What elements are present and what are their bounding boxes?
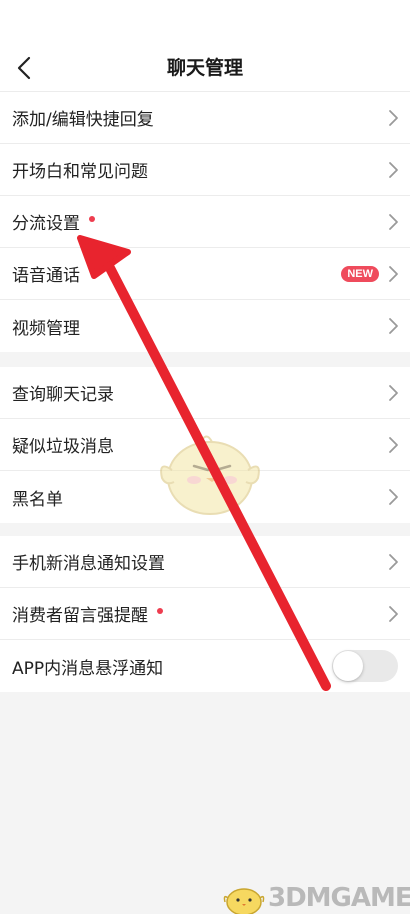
chevron-right-icon: [389, 162, 398, 178]
row-label: 查询聊天记录: [12, 385, 114, 405]
row-label: APP内消息悬浮通知: [12, 658, 164, 679]
chevron-right-icon: [389, 606, 398, 622]
row-customer-message-reminder[interactable]: 消费者留言强提醒: [0, 588, 410, 640]
chevron-right-icon: [389, 437, 398, 453]
row-label: 视频管理: [12, 318, 80, 339]
chevron-right-icon: [389, 489, 398, 505]
chevron-right-icon: [389, 554, 398, 570]
row-phone-notification-settings[interactable]: 手机新消息通知设置: [0, 536, 410, 588]
new-badge: NEW: [341, 266, 379, 282]
row-video-management[interactable]: 视频管理: [0, 300, 410, 352]
red-dot-badge: [157, 607, 163, 614]
chick-mascot-icon: [223, 888, 265, 914]
settings-group-2: 查询聊天记录 疑似垃圾消息 黑名单: [0, 367, 410, 523]
red-dot-badge: [89, 215, 95, 222]
row-label: 分流设置: [12, 214, 80, 234]
chevron-right-icon: [389, 214, 398, 230]
status-bar: [0, 0, 410, 44]
row-label: 开场白和常见问题: [12, 162, 148, 182]
page-title: 聊天管理: [166, 57, 243, 79]
row-label: 语音通话: [12, 266, 80, 286]
row-quick-reply[interactable]: 添加/编辑快捷回复: [0, 92, 410, 144]
settings-group-1: 添加/编辑快捷回复 开场白和常见问题 分流设置 语音通话 NEW 视频管理: [0, 92, 410, 352]
chevron-right-icon: [389, 266, 398, 282]
watermark-text: 3DMGAME: [268, 883, 410, 913]
row-label: 手机新消息通知设置: [12, 554, 165, 574]
row-label: 黑名单: [12, 489, 63, 510]
settings-group-3: 手机新消息通知设置 消费者留言强提醒 APP内消息悬浮通知: [0, 536, 410, 692]
row-routing-settings[interactable]: 分流设置: [0, 196, 410, 248]
toggle-knob: [333, 651, 363, 681]
watermark-logo: 3DMGAME: [222, 880, 410, 914]
chevron-right-icon: [389, 110, 398, 126]
back-button[interactable]: [4, 48, 44, 88]
chevron-right-icon: [389, 318, 398, 334]
row-voice-call[interactable]: 语音通话 NEW: [0, 248, 410, 300]
floating-notification-toggle[interactable]: [332, 650, 398, 682]
chevron-right-icon: [389, 385, 398, 401]
row-blacklist[interactable]: 黑名单: [0, 471, 410, 523]
navigation-bar: 聊天管理: [0, 44, 410, 92]
row-chat-history[interactable]: 查询聊天记录: [0, 367, 410, 419]
row-suspected-spam[interactable]: 疑似垃圾消息: [0, 419, 410, 471]
chevron-left-icon: [17, 56, 31, 80]
row-in-app-floating-notification: APP内消息悬浮通知: [0, 640, 410, 692]
row-label: 疑似垃圾消息: [12, 437, 114, 457]
row-label: 添加/编辑快捷回复: [12, 110, 154, 130]
row-welcome-faq[interactable]: 开场白和常见问题: [0, 144, 410, 196]
row-label: 消费者留言强提醒: [12, 606, 148, 626]
